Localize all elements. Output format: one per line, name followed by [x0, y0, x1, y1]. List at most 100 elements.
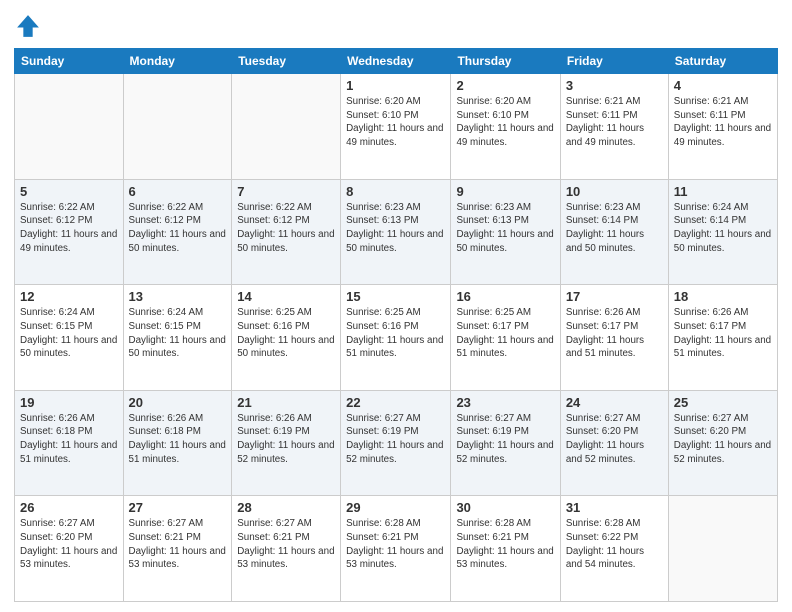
day-number: 23	[456, 395, 554, 410]
calendar-cell: 16Sunrise: 6:25 AMSunset: 6:17 PMDayligh…	[451, 285, 560, 391]
day-number: 30	[456, 500, 554, 515]
calendar-cell: 5 Sunrise: 6:22 AMSunset: 6:12 PMDaylight…	[15, 179, 124, 285]
calendar-cell: 12 Sunrise: 6:24 AMSunset: 6:15 PMDayligh…	[15, 285, 124, 391]
day-number: 21	[237, 395, 335, 410]
day-number: 1	[346, 78, 445, 93]
day-info: Sunrise: 6:24 AMSunset: 6:15 PMDaylight:…	[129, 306, 227, 361]
day-number: 24	[566, 395, 663, 410]
calendar-cell: 4 Sunrise: 6:21 AMSunset: 6:11 PMDaylight…	[668, 74, 777, 180]
day-info: Sunrise: 6:22 AMSunset: 6:12 PMDaylight:…	[129, 201, 227, 256]
calendar-cell: 18Sunrise: 6:26 AMSunset: 6:17 PMDayligh…	[668, 285, 777, 391]
day-number: 4	[674, 78, 772, 93]
day-info: Sunrise: 6:24 AMSunset: 6:15 PMDaylight:…	[20, 306, 118, 361]
calendar-header: SundayMondayTuesdayWednesdayThursdayFrid…	[15, 49, 778, 74]
day-number: 14	[237, 289, 335, 304]
day-number: 28	[237, 500, 335, 515]
calendar-cell: 25 Sunrise: 6:27 AMSunset: 6:20 PMDayligh…	[668, 390, 777, 496]
day-header-monday: Monday	[123, 49, 232, 74]
day-info: Sunrise: 6:28 AMSunset: 6:21 PMDaylight:…	[456, 517, 554, 572]
calendar-cell: 11Sunrise: 6:24 AMSunset: 6:14 PMDayligh…	[668, 179, 777, 285]
calendar-cell	[15, 74, 124, 180]
calendar-cell: 17Sunrise: 6:26 AMSunset: 6:17 PMDayligh…	[560, 285, 668, 391]
day-number: 27	[129, 500, 227, 515]
day-info: Sunrise: 6:21 AMSunset: 6:11 PMDaylight:…	[566, 95, 663, 150]
calendar-cell: 19Sunrise: 6:26 AMSunset: 6:18 PMDayligh…	[15, 390, 124, 496]
calendar-cell: 20Sunrise: 6:26 AMSunset: 6:18 PMDayligh…	[123, 390, 232, 496]
day-number: 26	[20, 500, 118, 515]
calendar-cell: 8 Sunrise: 6:23 AMSunset: 6:13 PMDaylight…	[341, 179, 451, 285]
day-number: 6	[129, 184, 227, 199]
day-number: 2	[456, 78, 554, 93]
calendar-cell: 24 Sunrise: 6:27 AMSunset: 6:20 PMDayligh…	[560, 390, 668, 496]
logo	[14, 12, 46, 40]
header-row: SundayMondayTuesdayWednesdayThursdayFrid…	[15, 49, 778, 74]
calendar-cell: 31 Sunrise: 6:28 AMSunset: 6:22 PMDayligh…	[560, 496, 668, 602]
day-header-thursday: Thursday	[451, 49, 560, 74]
calendar-cell: 21 Sunrise: 6:26 AMSunset: 6:19 PMDayligh…	[232, 390, 341, 496]
day-info: Sunrise: 6:22 AMSunset: 6:12 PMDaylight:…	[20, 201, 118, 256]
calendar-cell: 27 Sunrise: 6:27 AMSunset: 6:21 PMDayligh…	[123, 496, 232, 602]
day-number: 11	[674, 184, 772, 199]
day-header-wednesday: Wednesday	[341, 49, 451, 74]
calendar-cell: 2 Sunrise: 6:20 AMSunset: 6:10 PMDaylight…	[451, 74, 560, 180]
calendar-cell: 6 Sunrise: 6:22 AMSunset: 6:12 PMDaylight…	[123, 179, 232, 285]
day-number: 25	[674, 395, 772, 410]
calendar-cell: 9Sunrise: 6:23 AMSunset: 6:13 PMDaylight…	[451, 179, 560, 285]
calendar-cell: 1 Sunrise: 6:20 AMSunset: 6:10 PMDaylight…	[341, 74, 451, 180]
day-header-tuesday: Tuesday	[232, 49, 341, 74]
calendar-cell: 26 Sunrise: 6:27 AMSunset: 6:20 PMDayligh…	[15, 496, 124, 602]
day-number: 29	[346, 500, 445, 515]
calendar-cell: 10Sunrise: 6:23 AMSunset: 6:14 PMDayligh…	[560, 179, 668, 285]
day-number: 15	[346, 289, 445, 304]
calendar-cell: 7 Sunrise: 6:22 AMSunset: 6:12 PMDaylight…	[232, 179, 341, 285]
day-number: 20	[129, 395, 227, 410]
day-number: 7	[237, 184, 335, 199]
week-row-1: 1 Sunrise: 6:20 AMSunset: 6:10 PMDaylight…	[15, 74, 778, 180]
day-number: 17	[566, 289, 663, 304]
page: SundayMondayTuesdayWednesdayThursdayFrid…	[0, 0, 792, 612]
day-info: Sunrise: 6:27 AMSunset: 6:20 PMDaylight:…	[674, 412, 772, 467]
day-info: Sunrise: 6:26 AMSunset: 6:19 PMDaylight:…	[237, 412, 335, 467]
day-info: Sunrise: 6:28 AMSunset: 6:22 PMDaylight:…	[566, 517, 663, 572]
day-number: 16	[456, 289, 554, 304]
calendar-cell: 15 Sunrise: 6:25 AMSunset: 6:16 PMDayligh…	[341, 285, 451, 391]
day-number: 5	[20, 184, 118, 199]
calendar-cell: 23 Sunrise: 6:27 AMSunset: 6:19 PMDayligh…	[451, 390, 560, 496]
day-info: Sunrise: 6:27 AMSunset: 6:21 PMDaylight:…	[237, 517, 335, 572]
calendar-cell: 28 Sunrise: 6:27 AMSunset: 6:21 PMDayligh…	[232, 496, 341, 602]
calendar-cell	[123, 74, 232, 180]
day-number: 13	[129, 289, 227, 304]
day-info: Sunrise: 6:20 AMSunset: 6:10 PMDaylight:…	[346, 95, 445, 150]
day-info: Sunrise: 6:25 AMSunset: 6:16 PMDaylight:…	[237, 306, 335, 361]
day-info: Sunrise: 6:28 AMSunset: 6:21 PMDaylight:…	[346, 517, 445, 572]
calendar-cell	[232, 74, 341, 180]
day-info: Sunrise: 6:27 AMSunset: 6:19 PMDaylight:…	[346, 412, 445, 467]
day-number: 12	[20, 289, 118, 304]
day-info: Sunrise: 6:22 AMSunset: 6:12 PMDaylight:…	[237, 201, 335, 256]
day-info: Sunrise: 6:26 AMSunset: 6:18 PMDaylight:…	[20, 412, 118, 467]
day-number: 18	[674, 289, 772, 304]
day-number: 22	[346, 395, 445, 410]
day-header-sunday: Sunday	[15, 49, 124, 74]
day-info: Sunrise: 6:23 AMSunset: 6:14 PMDaylight:…	[566, 201, 663, 256]
day-info: Sunrise: 6:20 AMSunset: 6:10 PMDaylight:…	[456, 95, 554, 150]
day-number: 31	[566, 500, 663, 515]
calendar-cell: 22 Sunrise: 6:27 AMSunset: 6:19 PMDayligh…	[341, 390, 451, 496]
day-info: Sunrise: 6:27 AMSunset: 6:20 PMDaylight:…	[20, 517, 118, 572]
calendar-cell: 13 Sunrise: 6:24 AMSunset: 6:15 PMDayligh…	[123, 285, 232, 391]
day-info: Sunrise: 6:23 AMSunset: 6:13 PMDaylight:…	[346, 201, 445, 256]
calendar-cell: 14 Sunrise: 6:25 AMSunset: 6:16 PMDayligh…	[232, 285, 341, 391]
day-info: Sunrise: 6:27 AMSunset: 6:19 PMDaylight:…	[456, 412, 554, 467]
week-row-4: 19Sunrise: 6:26 AMSunset: 6:18 PMDayligh…	[15, 390, 778, 496]
week-row-3: 12 Sunrise: 6:24 AMSunset: 6:15 PMDayligh…	[15, 285, 778, 391]
calendar-cell	[668, 496, 777, 602]
day-number: 8	[346, 184, 445, 199]
header	[14, 12, 778, 40]
day-info: Sunrise: 6:27 AMSunset: 6:21 PMDaylight:…	[129, 517, 227, 572]
week-row-5: 26 Sunrise: 6:27 AMSunset: 6:20 PMDayligh…	[15, 496, 778, 602]
calendar-cell: 29 Sunrise: 6:28 AMSunset: 6:21 PMDayligh…	[341, 496, 451, 602]
day-info: Sunrise: 6:27 AMSunset: 6:20 PMDaylight:…	[566, 412, 663, 467]
day-info: Sunrise: 6:21 AMSunset: 6:11 PMDaylight:…	[674, 95, 772, 150]
calendar-table: SundayMondayTuesdayWednesdayThursdayFrid…	[14, 48, 778, 602]
day-info: Sunrise: 6:25 AMSunset: 6:16 PMDaylight:…	[346, 306, 445, 361]
